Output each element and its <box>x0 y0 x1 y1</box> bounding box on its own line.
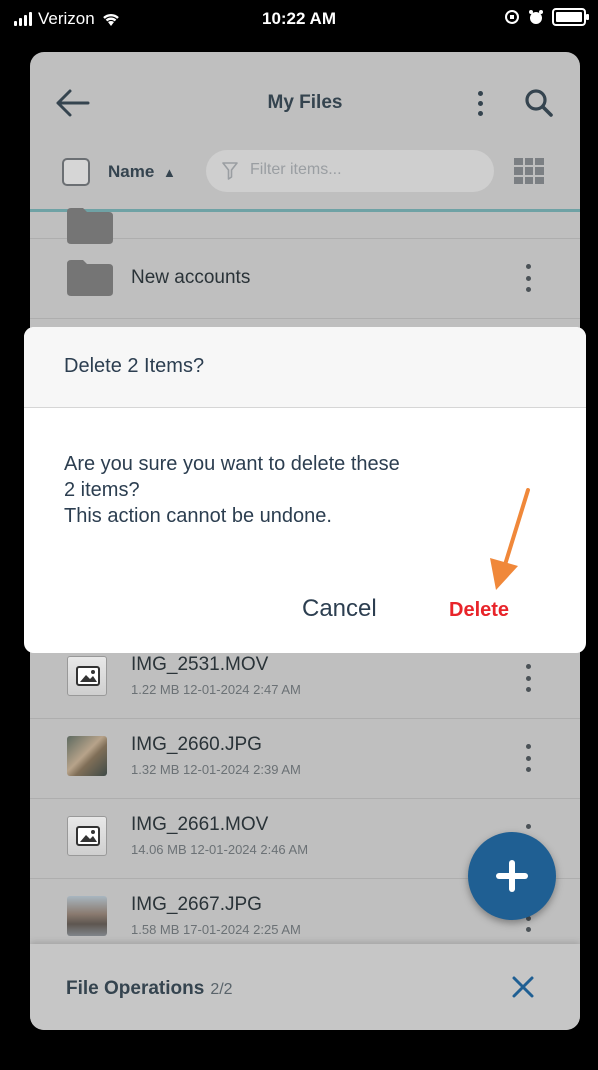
more-options-icon[interactable] <box>524 664 532 692</box>
add-button[interactable] <box>468 832 556 920</box>
file-name: IMG_2667.JPG <box>131 894 262 915</box>
folder-icon <box>67 260 113 296</box>
file-operations-label[interactable]: File Operations 2/2 <box>66 978 233 1000</box>
more-options-icon[interactable] <box>524 264 532 292</box>
file-operations-bar: File Operations 2/2 <box>30 944 580 1030</box>
image-thumbnail <box>67 896 107 936</box>
file-meta: 1.22 MB 12-01-2024 2:47 AM <box>131 682 301 697</box>
header: My Files <box>30 52 580 152</box>
page-title: My Files <box>267 92 343 113</box>
close-icon[interactable] <box>510 974 536 1000</box>
file-meta: 1.32 MB 12-01-2024 2:39 AM <box>131 762 301 777</box>
dialog-header: Delete 2 Items? <box>24 327 586 408</box>
status-bar: Verizon 10:22 AM <box>0 0 598 40</box>
file-name: IMG_2531.MOV <box>131 654 269 675</box>
video-thumbnail-icon <box>67 656 107 696</box>
status-right <box>504 8 589 26</box>
file-operations-title: File Operations <box>66 978 205 999</box>
delete-button[interactable]: Delete <box>449 599 509 622</box>
more-options-icon[interactable] <box>524 744 532 772</box>
file-name: IMG_2660.JPG <box>131 734 262 755</box>
list-item[interactable] <box>30 158 580 244</box>
file-name: IMG_2661.MOV <box>131 814 269 835</box>
alarm-icon <box>529 10 543 24</box>
list-item[interactable]: IMG_2660.JPG 1.32 MB 12-01-2024 2:39 AM <box>30 718 580 799</box>
battery-icon <box>552 8 589 26</box>
image-thumbnail <box>67 736 107 776</box>
search-icon[interactable] <box>524 88 554 118</box>
orientation-lock-icon <box>505 10 519 24</box>
folder-name: New accounts <box>131 267 251 288</box>
cancel-button[interactable]: Cancel <box>302 595 377 623</box>
list-item[interactable]: New accounts <box>30 238 580 319</box>
kebab-icon[interactable] <box>474 88 486 118</box>
annotation-arrow-icon <box>490 488 530 590</box>
file-meta: 1.58 MB 17-01-2024 2:25 AM <box>131 922 301 937</box>
file-operations-count: 2/2 <box>210 981 233 998</box>
dialog-title: Delete 2 Items? <box>64 355 205 377</box>
file-meta: 14.06 MB 12-01-2024 2:46 AM <box>131 842 309 857</box>
video-thumbnail-icon <box>67 816 107 856</box>
dialog-message: Are you sure you want to delete these 2 … <box>64 453 400 527</box>
